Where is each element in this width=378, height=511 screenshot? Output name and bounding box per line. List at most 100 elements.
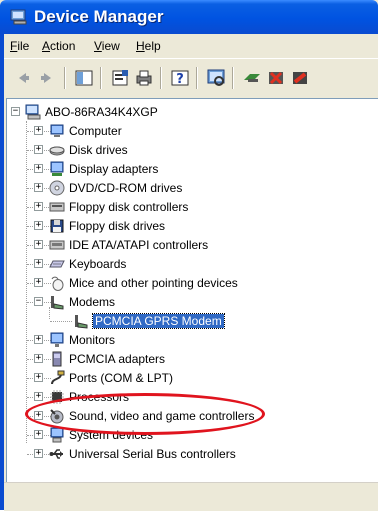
tree-item-mice[interactable]: + Mice and other pointing devices xyxy=(7,274,377,293)
keyboard-icon xyxy=(49,260,65,268)
expand-icon[interactable]: + xyxy=(34,430,43,439)
dvd-drive-icon xyxy=(49,180,65,196)
tree-item-label: Computer xyxy=(69,124,122,138)
expand-icon[interactable]: + xyxy=(34,164,43,173)
tree-item-ports[interactable]: + Ports (COM & LPT) xyxy=(7,369,377,388)
menu-action-accel: A xyxy=(42,39,51,53)
tree-item-computer[interactable]: + Computer xyxy=(7,122,377,141)
menu-bar: File Action View Help xyxy=(4,34,378,58)
tree-item-label: Floppy disk controllers xyxy=(69,200,189,214)
tree-item-display-adapters[interactable]: + Display adapters xyxy=(7,160,377,179)
scan-hardware-icon[interactable] xyxy=(206,68,226,88)
modem-icon xyxy=(75,315,88,329)
device-manager-icon xyxy=(10,9,27,25)
usb-icon xyxy=(49,449,63,459)
svg-text:?: ? xyxy=(176,72,184,87)
toolbar-separator xyxy=(100,67,102,89)
tree-item-label: Disk drives xyxy=(69,143,128,157)
update-driver-icon[interactable] xyxy=(242,68,262,88)
menu-action-rest: ction xyxy=(50,39,76,53)
toolbar-separator xyxy=(160,67,162,89)
tree-connector-line xyxy=(50,321,72,322)
tree-item-floppy-disk-drives[interactable]: + Floppy disk drives xyxy=(7,217,377,236)
tree-root[interactable]: − ABO-86RA34K4XGP xyxy=(7,103,377,122)
tree-item-label: Keyboards xyxy=(69,257,127,271)
expand-icon[interactable]: + xyxy=(34,240,43,249)
expand-icon[interactable]: + xyxy=(34,278,43,287)
expand-icon[interactable]: + xyxy=(34,449,43,458)
collapse-icon[interactable]: − xyxy=(34,297,43,306)
expand-icon[interactable]: + xyxy=(34,221,43,230)
menu-view-rest: iew xyxy=(101,39,120,53)
floppy-drive-icon xyxy=(50,219,64,233)
tree-item-dvd-cd-rom-drives[interactable]: + DVD/CD-ROM drives xyxy=(7,179,377,198)
menu-help-accel: H xyxy=(136,39,145,53)
ide-controller-icon xyxy=(49,240,65,250)
device-tree[interactable]: − ABO-86RA34K4XGP + Computer + Disk driv… xyxy=(6,98,378,483)
device-manager-window: Device Manager File Action View Help ? − xyxy=(0,0,378,511)
collapse-icon[interactable]: − xyxy=(11,107,20,116)
show-hide-tree-icon[interactable] xyxy=(74,68,94,88)
mouse-icon xyxy=(51,276,64,291)
tree-item-label: Mice and other pointing devices xyxy=(69,276,238,290)
toolbar-separator xyxy=(196,67,198,89)
menu-view[interactable]: View xyxy=(94,39,120,53)
window-border xyxy=(0,34,4,510)
back-icon[interactable] xyxy=(12,68,32,88)
expand-icon[interactable]: + xyxy=(34,202,43,211)
modem-icon xyxy=(51,296,64,310)
tree-item-label: Display adapters xyxy=(69,162,159,176)
expand-icon[interactable]: + xyxy=(34,145,43,154)
tree-item-pcmcia-adapters[interactable]: + PCMCIA adapters xyxy=(7,350,377,369)
expand-icon[interactable]: + xyxy=(34,183,43,192)
annotation-circle xyxy=(25,393,265,435)
tree-item-keyboards[interactable]: + Keyboards xyxy=(7,255,377,274)
tree-item-pcmcia-gprs-modem[interactable]: PCMCIA GPRS Modem xyxy=(7,312,377,331)
computer-name: ABO-86RA34K4XGP xyxy=(45,105,158,119)
menu-view-accel: V xyxy=(94,39,102,53)
floppy-controller-icon xyxy=(49,202,65,212)
disable-icon[interactable] xyxy=(290,68,310,88)
menu-action[interactable]: Action xyxy=(42,39,75,53)
tree-item-ide-ata-atapi-controllers[interactable]: + IDE ATA/ATAPI controllers xyxy=(7,236,377,255)
display-adapter-icon xyxy=(50,161,64,176)
tree-item-usb-controllers[interactable]: + Universal Serial Bus controllers xyxy=(7,445,377,464)
computer-icon xyxy=(25,104,41,120)
tree-item-floppy-disk-controllers[interactable]: + Floppy disk controllers xyxy=(7,198,377,217)
forward-icon[interactable] xyxy=(38,68,58,88)
disk-drive-icon xyxy=(49,146,65,156)
menu-help[interactable]: Help xyxy=(136,39,161,53)
toolbar-separator xyxy=(64,67,66,89)
uninstall-icon[interactable] xyxy=(266,68,286,88)
title-bar[interactable]: Device Manager xyxy=(0,0,378,34)
pcmcia-icon xyxy=(52,351,62,367)
tree-item-monitors[interactable]: + Monitors xyxy=(7,331,377,350)
status-bar xyxy=(4,482,378,511)
expand-icon[interactable]: + xyxy=(34,126,43,135)
port-icon xyxy=(51,370,65,385)
tree-item-label: PCMCIA adapters xyxy=(69,352,166,366)
tree-item-label: Ports (COM & LPT) xyxy=(69,371,174,385)
computer-icon xyxy=(50,124,64,137)
help-icon[interactable]: ? xyxy=(170,68,190,88)
expand-icon[interactable]: + xyxy=(34,373,43,382)
window-title: Device Manager xyxy=(34,7,164,26)
expand-icon[interactable]: + xyxy=(34,354,43,363)
tree-item-label: Monitors xyxy=(69,333,116,347)
tree-item-modems[interactable]: − Modems xyxy=(7,293,377,312)
expand-icon[interactable]: + xyxy=(34,335,43,344)
properties-icon[interactable] xyxy=(110,68,130,88)
expand-icon[interactable]: + xyxy=(34,392,43,401)
toolbar-separator xyxy=(232,67,234,89)
menu-file[interactable]: File xyxy=(10,39,29,53)
tree-item-label: Universal Serial Bus controllers xyxy=(69,447,236,461)
tree-item-label: Floppy disk drives xyxy=(69,219,166,233)
tree-item-disk-drives[interactable]: + Disk drives xyxy=(7,141,377,160)
print-icon[interactable] xyxy=(134,68,154,88)
monitor-icon xyxy=(50,332,64,347)
menu-file-rest: ile xyxy=(17,39,30,53)
menu-help-rest: elp xyxy=(144,39,161,53)
toolbar: ? xyxy=(4,58,378,99)
tree-item-label: IDE ATA/ATAPI controllers xyxy=(69,238,209,252)
expand-icon[interactable]: + xyxy=(34,259,43,268)
